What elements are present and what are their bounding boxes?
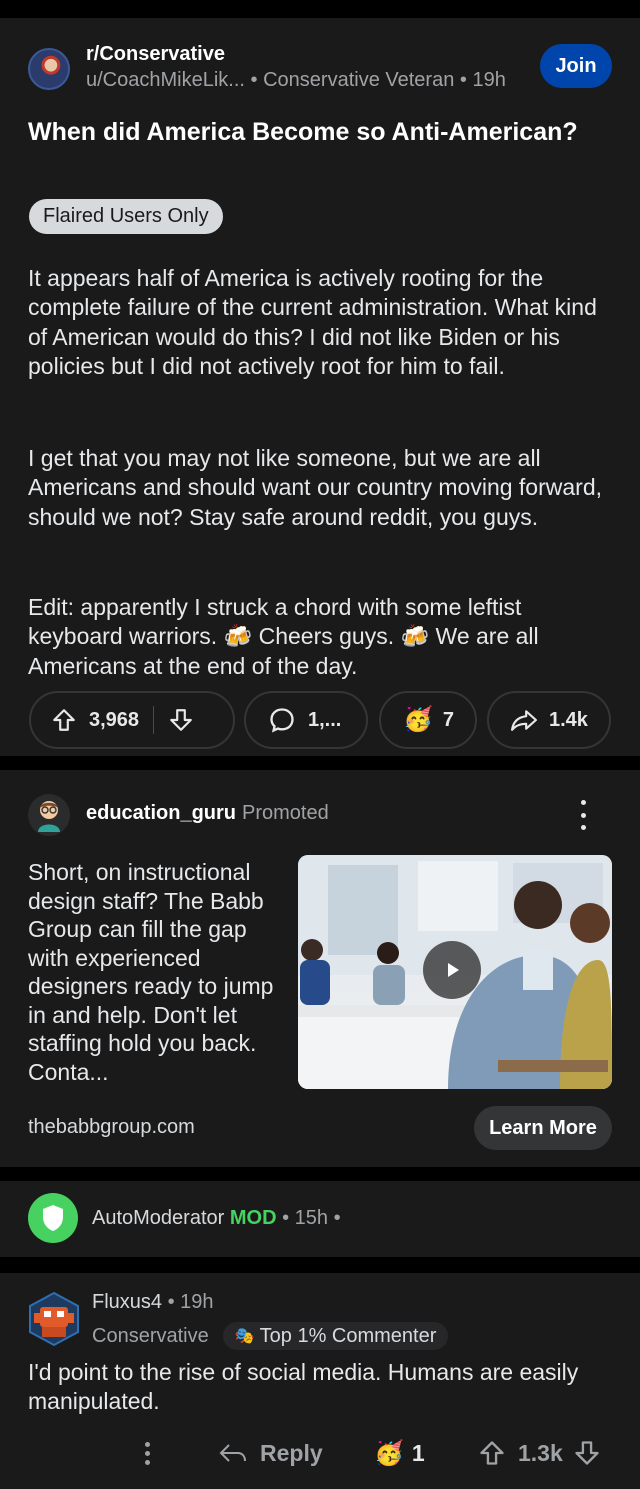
award-icon: 🥳 — [403, 706, 433, 733]
comments-button[interactable]: 1,... — [244, 691, 368, 749]
share-button[interactable]: 1.4k — [487, 691, 611, 749]
cartoon-teacher-icon — [38, 801, 60, 832]
badge-label: Top 1% Commenter — [259, 1324, 437, 1347]
comment-meta: Fluxus4 • 19h — [92, 1291, 214, 1313]
reply-button[interactable]: Reply — [218, 1433, 323, 1473]
post-card[interactable]: r/Conservative u/CoachMikeLik... • Conse… — [0, 18, 640, 756]
join-button[interactable]: Join — [540, 44, 612, 88]
more-options-icon[interactable] — [578, 800, 588, 830]
post-flair[interactable]: Flaired Users Only — [29, 199, 223, 234]
automod-header: AutoModerator MOD • 15h • — [92, 1207, 341, 1229]
comment-action-bar: Reply 🥳 1 1.3k — [0, 1433, 640, 1473]
comment-award-count: 1 — [411, 1439, 425, 1466]
user-flair: Conservative Veteran — [263, 69, 455, 91]
reply-label: Reply — [260, 1439, 323, 1466]
play-icon[interactable] — [423, 941, 481, 999]
comment-icon — [270, 708, 294, 733]
subreddit-name[interactable]: r/Conservative — [86, 43, 506, 66]
automod-time: 15h — [294, 1207, 329, 1229]
mod-tag: MOD — [229, 1207, 277, 1229]
downvote-icon[interactable] — [573, 1439, 601, 1467]
downvote-icon[interactable] — [168, 707, 194, 733]
post-body-paragraph: It appears half of America is actively r… — [28, 265, 597, 379]
share-count: 1.4k — [549, 708, 588, 731]
automod-trailing-dot: • — [333, 1207, 341, 1229]
promoted-label: Promoted — [242, 802, 329, 824]
advertiser-username[interactable]: education_guru — [86, 802, 236, 824]
award-button[interactable]: 🥳 7 — [379, 691, 477, 749]
award-icon: 🥳 — [374, 1439, 404, 1467]
theater-mask-icon: 🎭 — [234, 1328, 255, 1345]
ad-video-thumbnail[interactable] — [298, 855, 612, 1089]
share-icon — [511, 710, 538, 731]
automoderator-comment-collapsed[interactable]: AutoModerator MOD • 15h • — [0, 1181, 640, 1257]
upvote-icon[interactable] — [51, 707, 77, 733]
learn-more-button[interactable]: Learn More — [474, 1106, 612, 1150]
vote-count: 3,968 — [89, 708, 140, 731]
robot-avatar-icon — [29, 1291, 79, 1347]
advertiser-avatar[interactable] — [28, 794, 70, 836]
commenter-avatar[interactable] — [26, 1289, 82, 1349]
automod-username[interactable]: AutoModerator — [92, 1207, 224, 1229]
comment-award-button[interactable]: 🥳 1 — [374, 1433, 425, 1473]
comment-vote-group: 1.3k — [478, 1433, 601, 1473]
comment-username[interactable]: Fluxus4 — [92, 1291, 162, 1313]
shield-icon — [43, 1205, 63, 1231]
post-body-paragraph: I get that you may not like someone, but… — [28, 445, 603, 530]
post-username[interactable]: u/CoachMikeLik... — [86, 69, 245, 91]
comment-text: I'd point to the rise of social media. H… — [28, 1359, 579, 1414]
reply-icon — [219, 1444, 246, 1462]
comment-time: 19h — [180, 1291, 214, 1313]
post-time: 19h — [472, 69, 506, 91]
moderator-avatar[interactable] — [28, 1193, 78, 1243]
comment-card[interactable]: Fluxus4 • 19h Conservative 🎭 Top 1% Comm… — [0, 1273, 640, 1489]
comment-vote-count: 1.3k — [518, 1439, 563, 1466]
ad-domain[interactable]: thebabbgroup.com — [28, 1116, 195, 1139]
promoted-post-card[interactable]: education_guru Promoted Short, on instruc… — [0, 770, 640, 1167]
post-title[interactable]: When did America Become so Anti-American… — [28, 116, 588, 149]
commenter-flair: Conservative — [92, 1324, 209, 1347]
post-header: r/Conservative u/CoachMikeLik... • Conse… — [28, 43, 506, 91]
upvote-icon[interactable] — [478, 1439, 506, 1467]
comment-more-icon[interactable] — [140, 1433, 154, 1473]
comment-count: 1,... — [308, 708, 342, 731]
advertiser-name[interactable]: education_guru Promoted — [86, 802, 329, 825]
post-byline: u/CoachMikeLik... • Conservative Veteran… — [86, 69, 506, 91]
award-count: 7 — [442, 708, 455, 731]
post-body-paragraph: Edit: apparently I struck a chord with s… — [28, 594, 539, 679]
ad-description[interactable]: Short, on instructional design staff? Th… — [28, 858, 290, 1086]
subreddit-avatar[interactable] — [28, 48, 70, 90]
vote-pill: 3,968 — [29, 691, 235, 749]
post-action-bar: 3,968 1,... 🥳 7 1.4k — [0, 691, 640, 749]
comment-flair-row: Conservative 🎭 Top 1% Commenter — [92, 1322, 449, 1350]
top-commenter-badge[interactable]: 🎭 Top 1% Commenter — [222, 1322, 449, 1350]
